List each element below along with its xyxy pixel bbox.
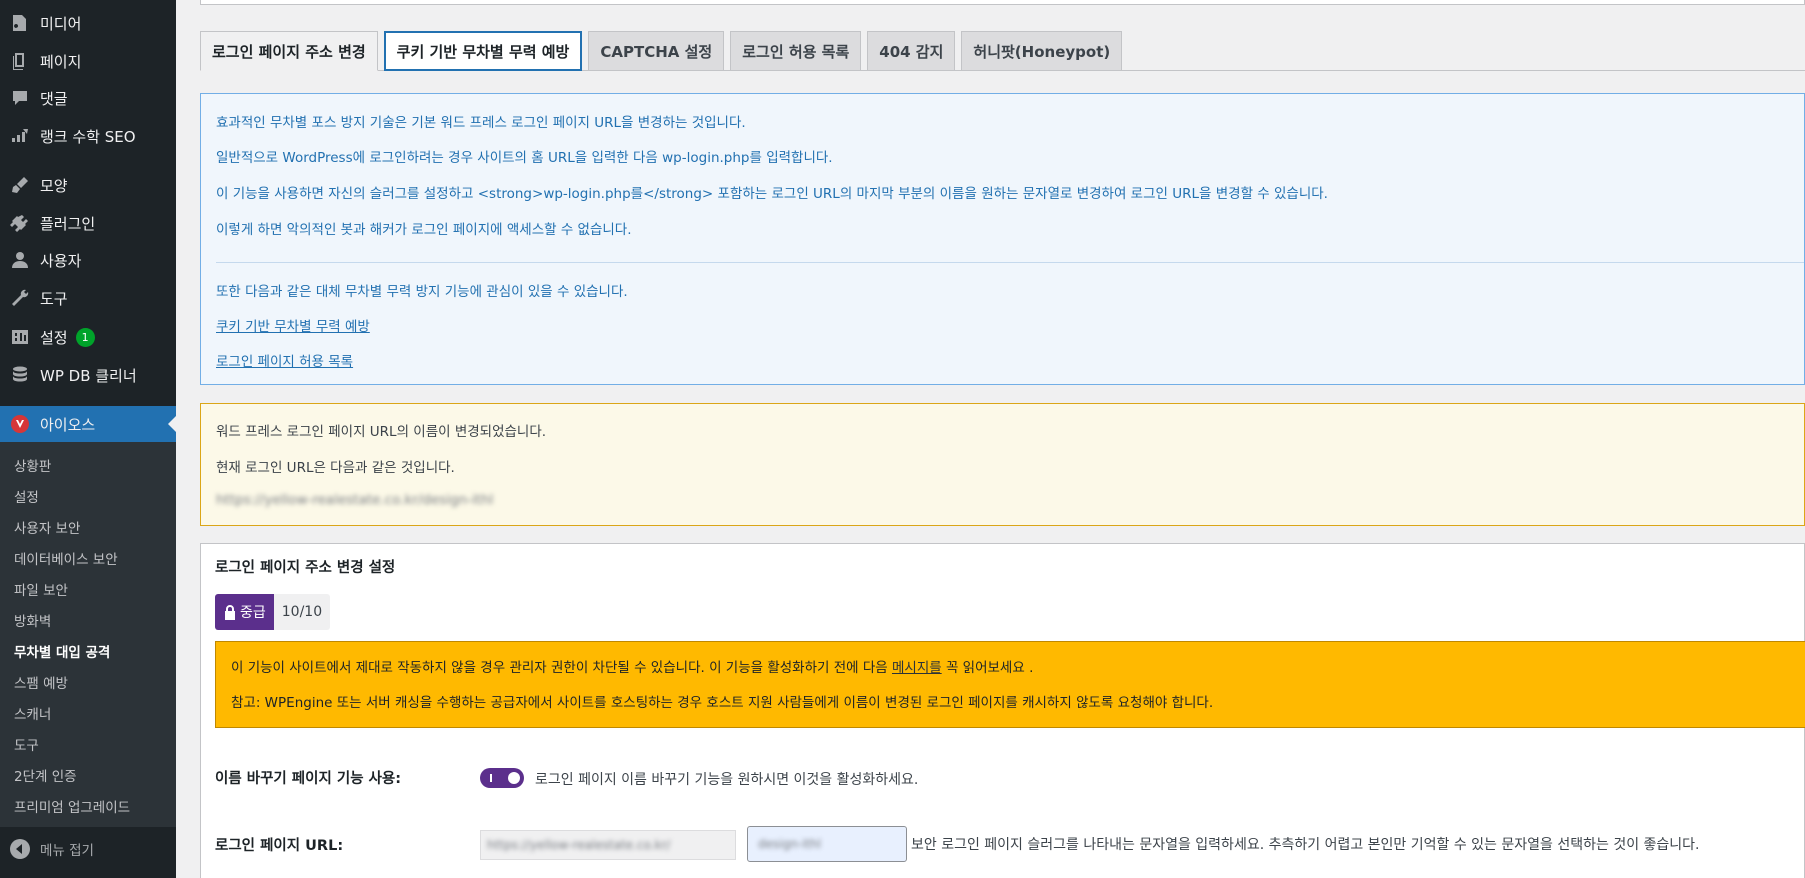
tab-cookie-brute-force[interactable]: 쿠키 기반 무차별 무력 예방 [383,31,583,71]
submenu-two-factor[interactable]: 2단계 인증 [14,765,77,785]
sidebar-item-label: 모양 [40,176,68,195]
sidebar-item-ithemes[interactable]: 아이오스 [0,406,176,442]
info-text: 이렇게 하면 악의적인 봇과 해커가 로그인 페이지에 액세스할 수 없습니다. [216,222,632,238]
info-box: 효과적인 무차별 포스 방지 기술은 기본 워드 프레스 로그인 페이지 URL… [200,93,1805,385]
warning-note: 참고: WPEngine 또는 서버 캐싱을 수행하는 공급자에서 사이트를 호… [231,695,1214,711]
sidebar-item-label: 설정 [40,328,68,347]
notice-text: 현재 로그인 URL은 다음과 같은 것입니다. [216,460,455,476]
enable-rename-description: 로그인 페이지 이름 바꾸기 기능을 원하시면 이것을 활성화하세요. [535,772,919,788]
top-panel-edge [200,0,1805,5]
sidebar-item-users[interactable]: 사용자 [0,243,176,277]
collapse-menu-button[interactable]: 메뉴 접기 [0,832,176,866]
update-count-badge: 1 [75,327,95,347]
sidebar-item-plugins[interactable]: 플러그인 [0,206,176,240]
grade-score: 10/10 [273,594,331,630]
sidebar-item-label: 사용자 [40,251,82,270]
tab-captcha[interactable]: CAPTCHA 설정 [588,31,725,71]
sidebar-item-wp-db-cleaner[interactable]: WP DB 클리너 [0,358,176,392]
grade-level: 중급 [240,605,266,621]
info-text: 이 기능을 사용하면 자신의 슬러그를 설정하고 <strong>wp-logi… [216,186,1328,202]
pages-icon [9,50,31,72]
sidebar-item-label: 미디어 [40,14,82,33]
login-slug-input[interactable]: design-ithl [747,826,907,862]
tab-honeypot[interactable]: 허니팟(Honeypot) [961,31,1123,71]
submenu-file-security[interactable]: 파일 보안 [14,579,68,599]
submenu-tools[interactable]: 도구 [14,734,39,754]
collapse-menu-label: 메뉴 접기 [40,843,94,859]
rank-math-icon [9,125,31,147]
link-cookie-brute-force[interactable]: 쿠키 기반 무차별 무력 예방 [216,319,370,335]
login-url-prefix: https://yellow-realestate.co.kr/ [480,830,736,860]
admin-sidebar: 미디어 페이지 댓글 랭크 수학 SEO 모양 플러그인 사용자 도구 설정 1… [0,0,176,878]
enable-rename-label: 이름 바꾸기 페이지 기능 사용: [215,771,402,787]
tab-404-detection[interactable]: 404 감지 [867,31,956,71]
lock-icon [225,605,235,620]
info-text: 일반적으로 WordPress에 로그인하려는 경우 사이트의 홈 URL을 입… [216,150,833,166]
sidebar-item-appearance[interactable]: 모양 [0,168,176,202]
sidebar-item-label: 페이지 [40,52,82,71]
tab-rename-login[interactable]: 로그인 페이지 주소 변경 [200,31,378,71]
sidebar-item-comments[interactable]: 댓글 [0,81,176,115]
login-url-notice: 워드 프레스 로그인 페이지 URL의 이름이 변경되었습니다. 현재 로그인 … [200,403,1805,526]
info-text: 효과적인 무차별 포스 방지 기술은 기본 워드 프레스 로그인 페이지 URL… [216,115,746,131]
sidebar-item-label: 아이오스 [40,415,96,434]
sidebar-item-label: 랭크 수학 SEO [40,127,136,146]
submenu-user-security[interactable]: 사용자 보안 [14,517,80,537]
warning-text: 이 기능이 사이트에서 제대로 작동하지 않을 경우 관리자 권한이 차단될 수… [231,660,1034,676]
submenu-dashboard[interactable]: 상황판 [14,455,51,475]
users-icon [9,249,31,271]
warning-message-link[interactable]: 메시지를 [892,660,942,676]
submenu-premium-upgrade[interactable]: 프리미엄 업그레이드 [14,796,130,816]
sidebar-item-label: 도구 [40,289,68,308]
submenu-spam-prevention[interactable]: 스팸 예방 [14,672,68,692]
appearance-icon [9,174,31,196]
sidebar-item-label: WP DB 클리너 [40,366,137,385]
ithemes-icon [9,413,31,435]
sidebar-item-rank-math[interactable]: 랭크 수학 SEO [0,119,176,153]
settings-tabs: 로그인 페이지 주소 변경 쿠키 기반 무차별 무력 예방 CAPTCHA 설정… [200,31,1128,71]
submenu-brute-force[interactable]: 무차별 대입 공격 [14,641,110,661]
sidebar-item-label: 플러그인 [40,214,96,233]
sidebar-item-media[interactable]: 미디어 [0,6,176,40]
info-divider [216,262,1804,263]
plugins-icon [9,212,31,234]
comments-icon [9,87,31,109]
settings-title: 로그인 페이지 주소 변경 설정 [215,560,396,576]
warning-box: 이 기능이 사이트에서 제대로 작동하지 않을 경우 관리자 권한이 차단될 수… [215,641,1805,728]
submenu-firewall[interactable]: 방화벽 [14,610,51,630]
link-login-allowlist[interactable]: 로그인 페이지 허용 목록 [216,354,353,370]
submenu-database-security[interactable]: 데이터베이스 보안 [14,548,118,568]
settings-panel: 로그인 페이지 주소 변경 설정 중급 10/10 이 기능이 사이트에서 제대… [200,543,1805,878]
security-grade: 중급 10/10 [215,594,331,630]
ithemes-submenu: 상황판 설정 사용자 보안 데이터베이스 보안 파일 보안 방화벽 무차별 대입… [0,442,176,827]
sidebar-item-pages[interactable]: 페이지 [0,44,176,78]
notice-text: 워드 프레스 로그인 페이지 URL의 이름이 변경되었습니다. [216,424,547,440]
main-content: 로그인 페이지 주소 변경 쿠키 기반 무차별 무력 예방 CAPTCHA 설정… [176,0,1805,878]
collapse-arrow-icon [10,839,30,859]
tools-icon [9,287,31,309]
submenu-scanner[interactable]: 스캐너 [14,703,51,723]
sidebar-item-label: 댓글 [40,89,68,108]
login-url-label: 로그인 페이지 URL: [215,838,344,854]
login-url-description: 보안 로그인 페이지 슬러그를 나타내는 문자열을 입력하세요. 추측하기 어렵… [911,837,1700,853]
settings-icon [9,326,31,348]
database-icon [9,364,31,386]
submenu-settings[interactable]: 설정 [14,486,39,506]
info-text: 또한 다음과 같은 대체 무차별 무력 방지 기능에 관심이 있을 수 있습니다… [216,284,628,300]
sidebar-item-settings[interactable]: 설정 1 [0,320,176,354]
current-login-url: https://yellow-realestate.co.kr/design-i… [216,492,494,508]
media-icon [9,12,31,34]
tab-login-allowlist[interactable]: 로그인 허용 목록 [730,31,862,71]
sidebar-item-tools[interactable]: 도구 [0,281,176,315]
enable-rename-toggle[interactable] [480,768,524,788]
